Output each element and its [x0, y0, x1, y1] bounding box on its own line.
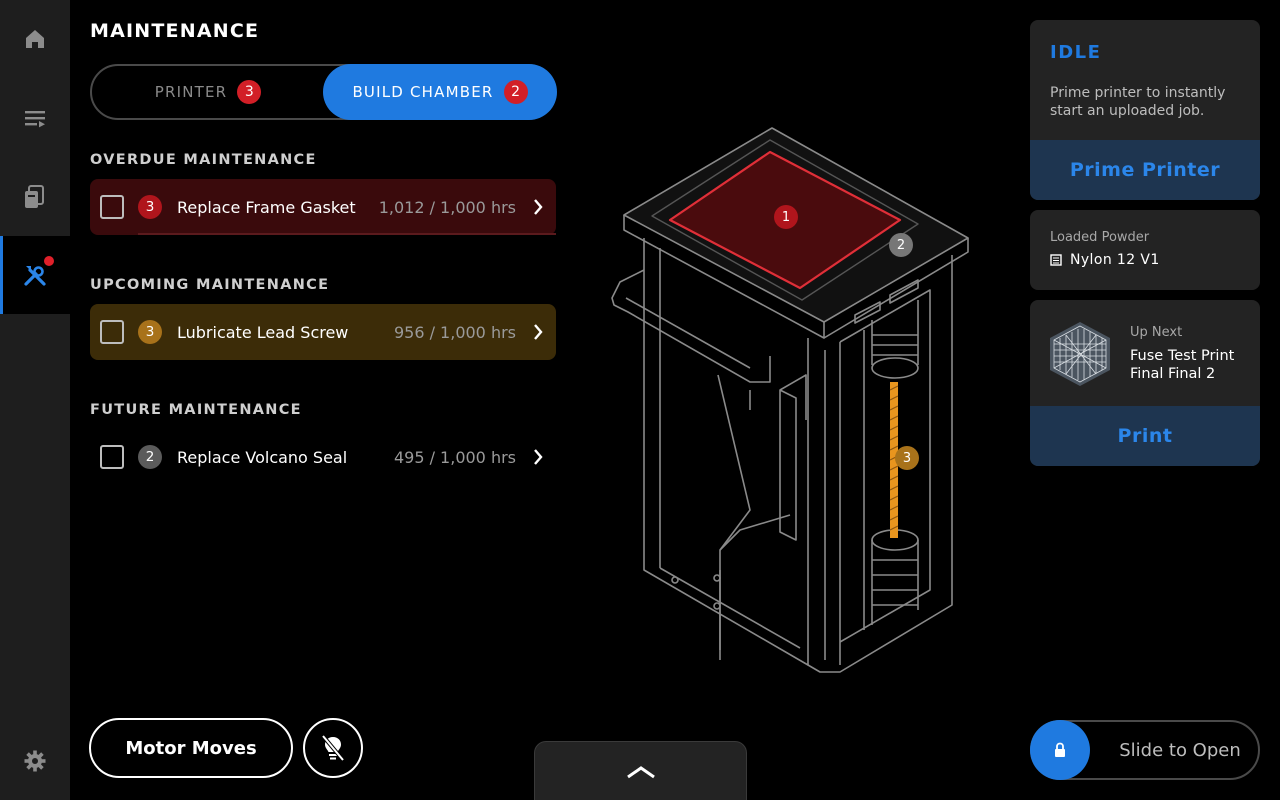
nav-maintenance[interactable] — [0, 236, 70, 314]
diagram-marker-3[interactable]: 3 — [895, 446, 919, 470]
task-lubricate-lead-screw[interactable]: 3 Lubricate Lead Screw 956 / 1,000 hrs — [90, 304, 556, 360]
tab-printer-count: 3 — [237, 80, 262, 104]
task-checkbox[interactable] — [100, 445, 124, 469]
home-icon — [26, 30, 44, 48]
powder-cartridge-icon — [1050, 254, 1062, 266]
light-toggle-button[interactable] — [303, 718, 363, 778]
powder-value: Nylon 12 V1 — [1070, 252, 1160, 268]
powder-card[interactable]: Loaded Powder Nylon 12 V1 — [1030, 210, 1260, 290]
overdue-heading: OVERDUE MAINTENANCE — [90, 152, 317, 168]
task-hours: 1,012 / 1,000 hrs — [378, 197, 516, 217]
tab-switcher: PRINTER 3 BUILD CHAMBER 2 — [90, 64, 557, 120]
light-off-icon — [321, 734, 345, 762]
tab-build-chamber-count: 2 — [503, 80, 528, 104]
upcoming-heading: UPCOMING MAINTENANCE — [90, 277, 330, 293]
task-label: Replace Frame Gasket — [177, 197, 356, 217]
chevron-right-icon — [534, 199, 543, 215]
task-label: Lubricate Lead Screw — [177, 322, 349, 342]
task-checkbox[interactable] — [100, 195, 124, 219]
sidebar — [0, 0, 70, 800]
queue-icon — [25, 111, 45, 128]
materials-icon — [25, 185, 44, 208]
nav-home[interactable] — [0, 0, 70, 78]
powder-value-row: Nylon 12 V1 — [1050, 252, 1160, 268]
tab-build-chamber-label: BUILD CHAMBER — [352, 83, 494, 101]
nav-settings[interactable] — [0, 722, 70, 800]
chevron-up-icon — [626, 766, 655, 779]
nav-queue[interactable] — [0, 80, 70, 158]
printer-status: IDLE — [1050, 42, 1102, 63]
slider-knob[interactable] — [1030, 720, 1090, 780]
page-title: MAINTENANCE — [90, 20, 260, 42]
gear-icon — [24, 750, 46, 772]
slide-to-open[interactable]: Slide to Open — [1030, 720, 1260, 780]
chevron-right-icon — [534, 324, 543, 340]
prime-printer-button[interactable]: Prime Printer — [1030, 140, 1260, 200]
build-chamber-illustration — [611, 127, 969, 673]
print-button[interactable]: Print — [1030, 406, 1260, 466]
tab-printer[interactable]: PRINTER 3 — [92, 64, 324, 120]
nav-materials[interactable] — [0, 158, 70, 236]
powder-label: Loaded Powder — [1050, 230, 1150, 245]
status-description: Prime printer to instantly start an uplo… — [1050, 85, 1226, 119]
task-replace-volcano-seal[interactable]: 2 Replace Volcano Seal 495 / 1,000 hrs — [90, 429, 556, 485]
diagram-marker-1[interactable]: 1 — [774, 205, 798, 229]
up-next-label: Up Next — [1130, 325, 1183, 340]
chevron-right-icon — [534, 449, 543, 465]
task-label: Replace Volcano Seal — [177, 447, 348, 467]
status-card: IDLE Prime printer to instantly start an… — [1030, 20, 1260, 200]
task-number-badge: 3 — [138, 195, 162, 219]
diagram-marker-2[interactable]: 2 — [889, 233, 913, 257]
job-name: Fuse Test Print Final Final 2 — [1130, 348, 1235, 382]
tab-printer-label: PRINTER — [154, 83, 228, 101]
tools-icon — [24, 266, 46, 286]
future-heading: FUTURE MAINTENANCE — [90, 402, 302, 418]
task-number-badge: 2 — [138, 445, 162, 469]
alert-dot — [44, 256, 54, 266]
task-checkbox[interactable] — [100, 320, 124, 344]
task-number-badge: 3 — [138, 320, 162, 344]
lock-icon — [1055, 742, 1065, 757]
drawer-handle[interactable] — [534, 741, 747, 800]
tab-build-chamber[interactable]: BUILD CHAMBER 2 — [323, 64, 557, 120]
next-job-card: Up Next Fuse Test Print Final Final 2 Pr… — [1030, 300, 1260, 466]
slider-label: Slide to Open — [1119, 739, 1241, 761]
task-replace-frame-gasket[interactable]: 3 Replace Frame Gasket 1,012 / 1,000 hrs — [90, 179, 556, 235]
job-thumbnail — [1050, 322, 1110, 386]
build-chamber-diagram: 1 2 3 — [600, 120, 980, 684]
motor-moves-button[interactable]: Motor Moves — [89, 718, 293, 778]
task-hours: 495 / 1,000 hrs — [393, 447, 516, 467]
task-hours: 956 / 1,000 hrs — [393, 322, 516, 342]
